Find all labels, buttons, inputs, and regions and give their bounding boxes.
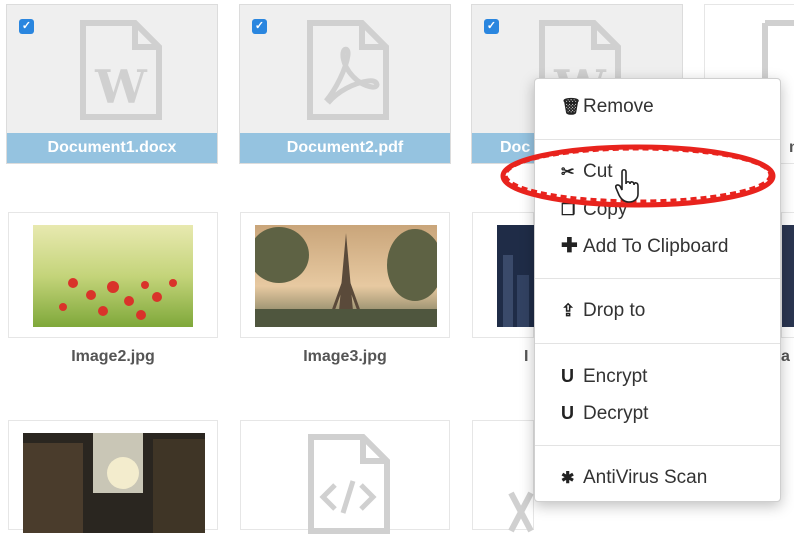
- menu-divider: [535, 445, 780, 446]
- select-checkbox[interactable]: ✓: [252, 19, 267, 34]
- code-file-icon: [308, 434, 390, 534]
- magnet-icon: U: [561, 366, 574, 386]
- file-tile-document1[interactable]: ✓ W Document1.docx: [6, 4, 218, 164]
- file-name: Image2.jpg: [71, 348, 155, 365]
- city-night-thumbnail: [497, 225, 535, 327]
- menu-item-label: AntiVirus Scan: [583, 467, 708, 488]
- menu-item-label: Decrypt: [583, 403, 649, 424]
- eiffel-tower-thumbnail: [255, 225, 437, 327]
- file-tile-document2[interactable]: ✓ Document2.pdf: [239, 4, 451, 164]
- file-name: Document2.pdf: [240, 133, 450, 163]
- select-checkbox[interactable]: ✓: [484, 19, 499, 34]
- plus-icon: ✚: [561, 235, 578, 257]
- menu-divider: [535, 278, 780, 279]
- menu-item-label: Remove: [583, 96, 654, 117]
- file-tile-code[interactable]: [240, 420, 450, 534]
- menu-item-label: Drop to: [583, 300, 646, 321]
- file-name: a: [781, 348, 790, 365]
- menu-item-label: Encrypt: [583, 366, 648, 387]
- file-name: Document1.docx: [7, 133, 217, 163]
- menu-item-add-to-clipboard[interactable]: ✚ Add To Clipboard: [561, 231, 728, 261]
- file-tile-image4[interactable]: [472, 212, 535, 338]
- share-icon: ⇪: [561, 301, 576, 320]
- image-thumbnail: [782, 225, 794, 327]
- file-tile-excel[interactable]: [472, 420, 534, 533]
- file-tile-image2[interactable]: [8, 212, 218, 338]
- menu-item-label: Add To Clipboard: [583, 236, 729, 257]
- menu-item-decrypt[interactable]: U Decrypt: [561, 398, 648, 428]
- hand-cursor-icon: [615, 168, 639, 203]
- menu-divider: [535, 343, 780, 344]
- menu-item-encrypt[interactable]: U Encrypt: [561, 361, 647, 391]
- trash-icon: 🗑: [561, 99, 582, 116]
- menu-item-remove[interactable]: 🗑Remove: [561, 92, 654, 122]
- file-tile-image5[interactable]: [781, 212, 794, 338]
- street-scene-thumbnail: [23, 433, 205, 533]
- menu-item-drop-to[interactable]: ⇪ Drop to: [561, 296, 645, 326]
- file-name: m: [789, 139, 794, 157]
- file-name: I: [524, 348, 529, 365]
- word-document-icon: W: [80, 20, 162, 120]
- svg-text:W: W: [94, 60, 148, 114]
- flower-field-thumbnail: [33, 225, 193, 327]
- excel-file-icon: [508, 491, 534, 533]
- file-name: Image3.jpg: [303, 348, 387, 365]
- menu-item-antivirus-scan[interactable]: ✱ AntiVirus Scan: [561, 463, 707, 493]
- bug-icon: ✱: [561, 470, 575, 487]
- file-tile-image3[interactable]: [240, 212, 450, 338]
- file-tile-image6[interactable]: [8, 420, 218, 533]
- magnet-icon: U: [561, 403, 574, 423]
- select-checkbox[interactable]: ✓: [19, 19, 34, 34]
- pdf-document-icon: [307, 20, 389, 120]
